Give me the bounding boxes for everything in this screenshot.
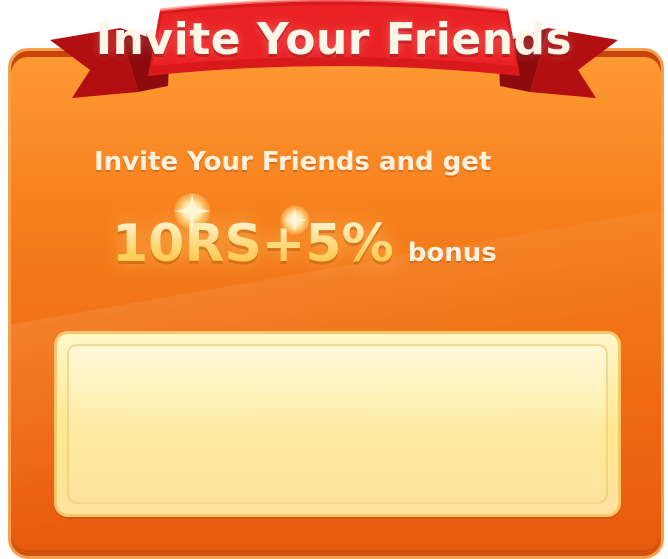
sparkle-icon: [278, 203, 312, 237]
banner-title: Invite Your Friends: [95, 14, 573, 65]
bonus-amount: 10RS+5%: [112, 214, 394, 274]
invite-subtitle: Invite Your Friends and get: [94, 147, 492, 177]
invite-panel: [54, 331, 621, 517]
sparkle-icon: [171, 190, 213, 232]
invite-panel-inner: [67, 344, 608, 504]
bonus-suffix: bonus: [407, 238, 497, 268]
